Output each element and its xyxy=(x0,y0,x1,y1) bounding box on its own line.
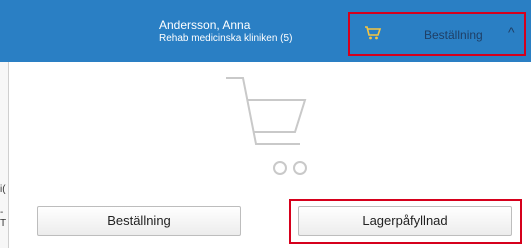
order-tab[interactable]: Beställning ^ xyxy=(348,12,526,56)
refill-button[interactable]: Lagerpåfyllnad xyxy=(298,206,512,236)
empty-cart-icon xyxy=(223,72,313,187)
order-button[interactable]: Beställning xyxy=(37,206,241,236)
user-info[interactable]: Andersson, Anna Rehab medicinska klinike… xyxy=(159,18,292,45)
top-bar: Andersson, Anna Rehab medicinska klinike… xyxy=(0,0,531,62)
order-tab-label: Beställning xyxy=(424,28,483,42)
chevron-up-icon[interactable]: ^ xyxy=(508,24,515,40)
left-panel-text: -T xyxy=(0,207,7,229)
left-panel-edge: i( -T xyxy=(0,62,9,248)
user-name: Andersson, Anna xyxy=(159,18,251,32)
cart-icon xyxy=(364,25,382,46)
user-unit: Rehab medicinska kliniken (5) xyxy=(159,33,293,44)
left-panel-text: i( xyxy=(0,184,6,195)
